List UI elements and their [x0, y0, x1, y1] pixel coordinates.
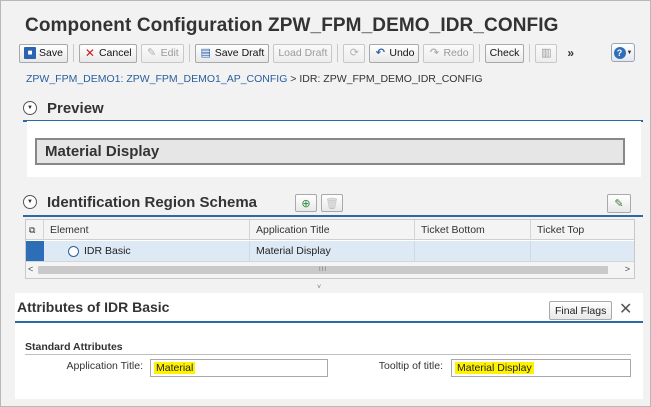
cancel-icon: ✕ [84, 46, 95, 60]
toolbar-separator [72, 44, 74, 62]
application-title-label: Application Title: [66, 360, 143, 372]
help-icon: ? [613, 46, 626, 59]
save-draft-button[interactable]: ▤ Save Draft [194, 43, 270, 63]
refresh-button[interactable]: ⟳ [343, 43, 366, 63]
breadcrumb-separator: > [290, 73, 297, 85]
save-button[interactable]: ■ Save [19, 43, 68, 63]
schema-table: ⧉ Element Application Title Ticket Botto… [25, 219, 635, 279]
undo-label: Undo [389, 47, 415, 59]
breadcrumb-link[interactable]: ZPW_FPM_DEMO1: ZPW_FPM_DEMO1_AP_CONFIG [26, 73, 287, 85]
edit-label: Edit [160, 47, 179, 59]
collapse-icon[interactable]: ▼ [23, 101, 37, 115]
personalize-icon: ✎ [614, 198, 624, 210]
scroll-thumb[interactable]: III [38, 266, 608, 274]
radio-icon[interactable] [68, 245, 79, 257]
element-name: IDR Basic [84, 245, 131, 257]
toolbar-separator [529, 44, 531, 62]
preview-panel: Material Display [27, 121, 641, 177]
schema-title: Identification Region Schema [47, 193, 258, 211]
title-bar: Component Configuration ZPW_FPM_DEMO_IDR… [11, 11, 641, 41]
table-cell [415, 241, 531, 261]
attributes-title: Attributes of IDR Basic [17, 299, 170, 315]
breadcrumb-current: IDR: ZPW_FPM_DEMO_IDR_CONFIG [299, 73, 483, 85]
save-draft-label: Save Draft [214, 47, 265, 59]
preview-title: Preview [47, 99, 104, 117]
select-all-icon[interactable]: ⧉ [26, 220, 44, 240]
column-header[interactable]: Ticket Bottom [415, 220, 531, 240]
tooltip-field[interactable]: Material Display [451, 359, 631, 377]
table-cell: IDR Basic [44, 241, 250, 261]
schema-header: ▼ Identification Region Schema [23, 191, 257, 213]
check-label: Check [489, 47, 520, 59]
preview-header: ▼ Preview [23, 97, 104, 119]
column-header[interactable]: Ticket Top [531, 220, 634, 240]
final-flags-button[interactable]: Final Flags [549, 301, 613, 320]
attributes-panel: Attributes of IDR Basic Final Flags ✕ St… [15, 293, 643, 399]
column-header[interactable]: Element [44, 220, 250, 240]
redo-icon: ↷ [429, 47, 440, 59]
standard-attributes-heading: Standard Attributes [25, 341, 123, 353]
redo-label: Redo [443, 47, 469, 59]
page-title: Component Configuration ZPW_FPM_DEMO_IDR… [25, 15, 559, 36]
collapse-icon[interactable]: ▼ [23, 195, 37, 209]
delete-button[interactable]: 🗑 [321, 194, 343, 212]
delete-icon: 🗑 [325, 197, 339, 210]
save-draft-icon: ▤ [200, 47, 211, 59]
toolbar-separator [337, 44, 339, 62]
splitter-handle-icon[interactable]: ˅ [317, 284, 321, 291]
close-icon[interactable]: ✕ [619, 299, 632, 319]
load-draft-button[interactable]: Load Draft [273, 43, 333, 63]
check-button[interactable]: Check [484, 43, 525, 63]
save-label: Save [39, 47, 63, 59]
divider [23, 215, 643, 217]
divider [25, 354, 631, 355]
content-area: ZPW_FPM_DEMO1: ZPW_FPM_DEMO1_AP_CONFIG >… [11, 65, 643, 400]
personalize-button[interactable]: ✎ [607, 194, 631, 213]
scroll-grip: III [318, 267, 327, 273]
column-header[interactable]: Application Title [250, 220, 415, 240]
horizontal-scrollbar[interactable]: < III > [26, 261, 634, 278]
undo-button[interactable]: ↶ Undo [369, 43, 420, 63]
scroll-left-icon[interactable]: < [28, 264, 33, 274]
row-selector[interactable] [26, 241, 44, 261]
cancel-label: Cancel [98, 47, 132, 59]
application-title-field[interactable]: Material [150, 359, 328, 377]
application-title-value: Material [154, 362, 196, 374]
add-element-button[interactable]: ⊕ [295, 194, 317, 212]
cancel-button[interactable]: ✕ Cancel [78, 43, 137, 63]
undo-icon: ↶ [375, 47, 385, 59]
refresh-icon: ⟳ [349, 47, 359, 59]
help-button[interactable]: ? ▼ [611, 43, 635, 62]
tooltip-value: Material Display [455, 362, 534, 374]
load-draft-label: Load Draft [278, 47, 328, 59]
edit-button[interactable]: ✎ Edit [140, 43, 184, 63]
toolbar-separator [478, 44, 480, 62]
edit-icon: ✎ [147, 47, 157, 59]
chevron-down-icon: ▼ [626, 49, 633, 56]
scroll-right-icon[interactable]: > [625, 264, 630, 274]
table-header: ⧉ Element Application Title Ticket Botto… [26, 220, 634, 240]
layout-icon: ▥ [541, 47, 552, 59]
table-row[interactable]: IDR Basic Material Display [26, 241, 634, 261]
save-icon: ■ [24, 47, 36, 59]
redo-button[interactable]: ↷ Redo [423, 43, 474, 63]
table-cell [531, 241, 634, 261]
more-actions-button[interactable]: » [567, 46, 574, 60]
preview-application-title: Material Display [35, 138, 625, 165]
breadcrumb: ZPW_FPM_DEMO1: ZPW_FPM_DEMO1_AP_CONFIG >… [26, 73, 483, 85]
layout-button[interactable]: ▥ [535, 43, 558, 63]
toolbar: ■ Save ✕ Cancel ✎ Edit ▤ Save Draft Load… [19, 42, 639, 64]
table-cell: Material Display [250, 241, 415, 261]
toolbar-separator [188, 44, 190, 62]
divider [15, 321, 643, 323]
window-frame: Component Configuration ZPW_FPM_DEMO_IDR… [0, 0, 651, 407]
tooltip-label: Tooltip of title: [378, 360, 443, 372]
schema-actions: ⊕ 🗑 [295, 194, 343, 212]
add-element-icon: ⊕ [301, 197, 311, 210]
